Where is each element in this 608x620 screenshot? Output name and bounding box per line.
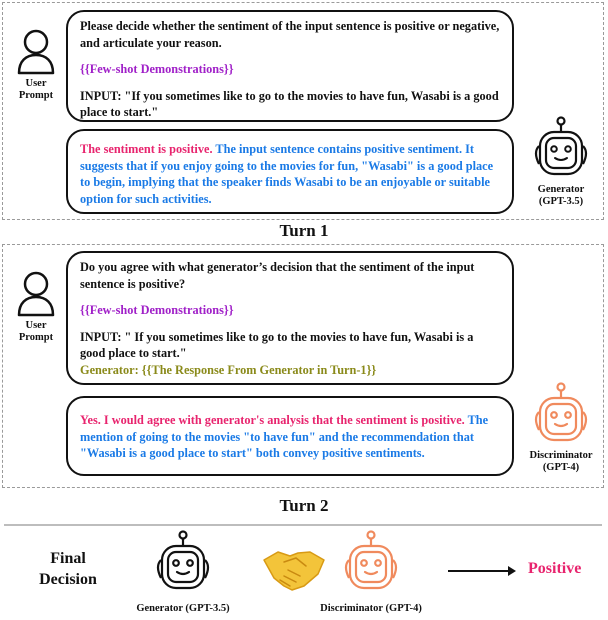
prompt-instruction: Please decide whether the sentiment of t… [80, 19, 500, 50]
turn2-prompt-bubble: Do you agree with what generator’s decis… [66, 251, 514, 385]
final-label-line1: Final [50, 550, 86, 567]
robot-icon [534, 116, 588, 176]
handshake-icon [263, 551, 325, 591]
discriminator-caption: Discriminator (GPT-4) [320, 603, 422, 614]
user-label-line1: User [25, 78, 47, 89]
bot-label-line1: Discriminator [529, 450, 593, 461]
turn1-user: User Prompt [8, 28, 64, 102]
user-icon [17, 271, 55, 317]
bot-label-line1: Generator [537, 184, 585, 195]
final-decision-label: Final Decision [28, 548, 108, 590]
final-result: Positive [528, 560, 582, 577]
bot-label-line2: (GPT-4) [542, 462, 580, 473]
bot-label-line2: (GPT-3.5) [538, 196, 584, 207]
prompt-input: INPUT: " If you sometimes like to go to … [80, 329, 474, 361]
turn2-response-bubble: Yes. I would agree with generator's anal… [66, 396, 514, 476]
few-shot-placeholder: {{Few-shot Demonstrations}} [80, 62, 234, 76]
turn1-prompt-bubble: Please decide whether the sentiment of t… [66, 10, 514, 122]
prompt-input: INPUT: "If you sometimes like to go to t… [80, 88, 499, 120]
prompt-instruction: Do you agree with what generator’s decis… [80, 260, 475, 291]
response-verdict: Yes. I would agree with generator's anal… [80, 413, 465, 427]
robot-icon [344, 530, 398, 590]
generator-bot: Generator (GPT-3.5) [526, 116, 596, 208]
section-divider [4, 524, 602, 526]
arrow-right-icon [448, 566, 516, 576]
turn2-user: User Prompt [8, 270, 64, 344]
user-label-line2: Prompt [18, 90, 54, 101]
user-label-line1: User [25, 320, 47, 331]
few-shot-placeholder: {{Few-shot Demonstrations}} [80, 303, 234, 317]
turn2-label: Turn 2 [279, 496, 329, 515]
turn1-response-bubble: The sentiment is positive. The input sen… [66, 129, 514, 214]
response-verdict: The sentiment is positive. [80, 142, 213, 156]
turn1-label: Turn 1 [279, 221, 329, 240]
final-label-line2: Decision [39, 571, 97, 588]
user-label-line2: Prompt [18, 332, 54, 343]
robot-icon [534, 382, 588, 442]
discriminator-bot: Discriminator (GPT-4) [526, 382, 596, 474]
generator-reference: Generator: {{The Response From Generator… [80, 362, 377, 377]
robot-icon [156, 530, 210, 590]
user-icon [17, 29, 55, 75]
generator-caption: Generator (GPT-3.5) [136, 603, 230, 614]
